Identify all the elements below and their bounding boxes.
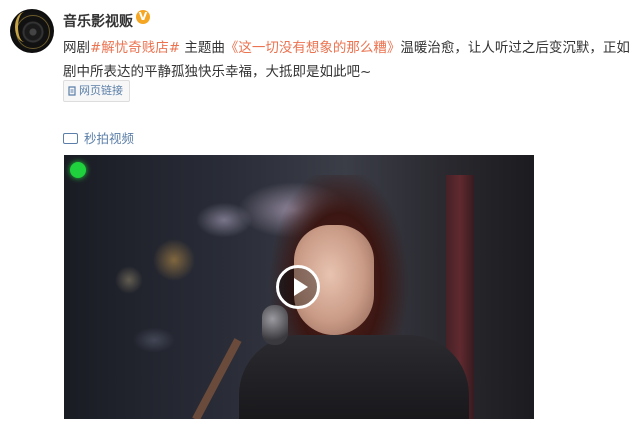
post-text-prefix: 网剧 xyxy=(63,40,90,56)
green-indicator-dot xyxy=(70,162,86,178)
play-icon[interactable] xyxy=(276,265,320,309)
web-link-chip[interactable]: 网页链接 xyxy=(63,80,130,102)
hashtag-link[interactable]: #解忧奇贱店# xyxy=(90,40,180,56)
video-camera-icon xyxy=(63,133,78,144)
song-title-link[interactable]: 《这一切没有想象的那么糟》 xyxy=(225,40,401,56)
video-section-header: 秒拍视频 xyxy=(63,128,134,147)
post-text-mid: 主题曲 xyxy=(180,40,225,56)
avatar-glow-decoration xyxy=(15,12,34,42)
web-link-label: 网页链接 xyxy=(79,84,123,97)
post-text: 网剧#解忧奇贱店# 主题曲《这一切没有想象的那么糟》温暖治愈，让人听过之后变沉默… xyxy=(63,36,633,84)
video-section-label: 秒拍视频 xyxy=(84,131,135,146)
username-link[interactable]: 音乐影视贩 xyxy=(63,11,133,31)
user-avatar[interactable] xyxy=(10,9,54,53)
microphone xyxy=(262,305,288,345)
video-player[interactable] xyxy=(64,155,534,419)
link-icon xyxy=(68,86,76,96)
verified-badge-icon: V xyxy=(136,10,150,24)
singer-body xyxy=(239,335,469,419)
